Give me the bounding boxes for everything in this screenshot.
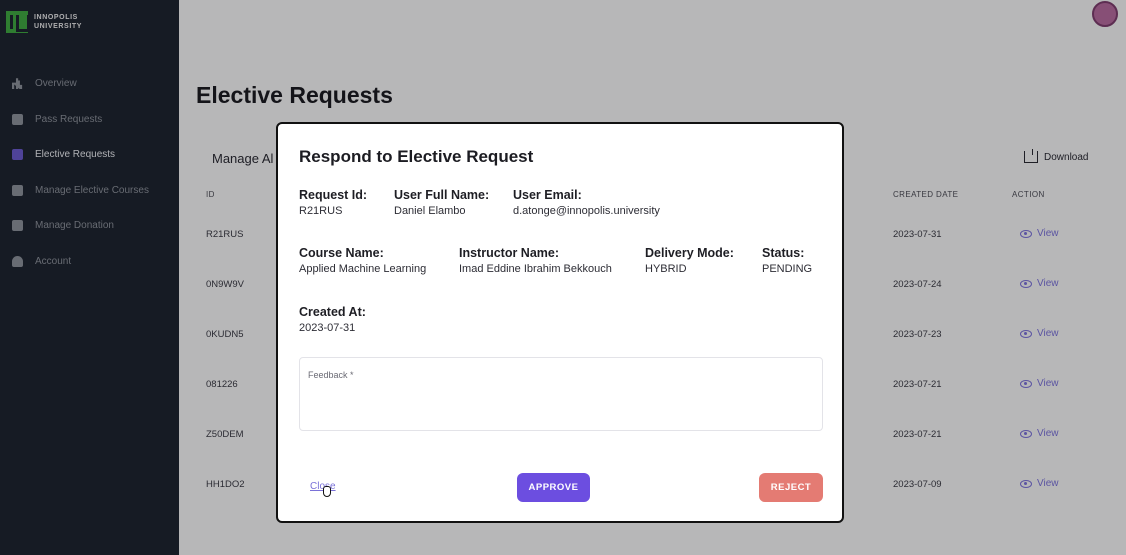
reject-button[interactable]: REJECT: [759, 473, 823, 502]
delivery-mode-value: HYBRID: [645, 263, 687, 275]
user-email-value: d.atonge@innopolis.university: [513, 205, 660, 217]
user-email-field: User Email: d.atonge@innopolis.universit…: [513, 188, 660, 217]
user-name-field: User Full Name: Daniel Elambo: [394, 188, 490, 217]
request-id-value: R21RUS: [299, 205, 343, 217]
hand-cursor-icon: [323, 486, 331, 497]
course-name-field: Course Name: Applied Machine Learning: [299, 246, 427, 275]
status-value: PENDING: [762, 263, 813, 275]
course-name-value: Applied Machine Learning: [299, 263, 427, 275]
user-name-value: Daniel Elambo: [394, 205, 466, 217]
approve-button[interactable]: APPROVE: [517, 473, 590, 502]
instructor-name-field: Instructor Name: Imad Eddine Ibrahim Bek…: [459, 246, 612, 275]
created-at-field: Created At: 2023-07-31: [299, 305, 366, 334]
modal-title: Respond to Elective Request: [299, 147, 534, 166]
delivery-mode-field: Delivery Mode: HYBRID: [645, 246, 734, 275]
created-at-value: 2023-07-31: [299, 322, 356, 334]
instructor-name-value: Imad Eddine Ibrahim Bekkouch: [459, 263, 612, 275]
feedback-field[interactable]: Feedback *: [299, 357, 823, 431]
request-id-field: Request Id: R21RUS: [299, 188, 368, 217]
feedback-label: Feedback *: [308, 370, 354, 380]
status-field: Status: PENDING: [762, 246, 813, 275]
respond-modal: Respond to Elective Request Request Id: …: [276, 122, 844, 523]
